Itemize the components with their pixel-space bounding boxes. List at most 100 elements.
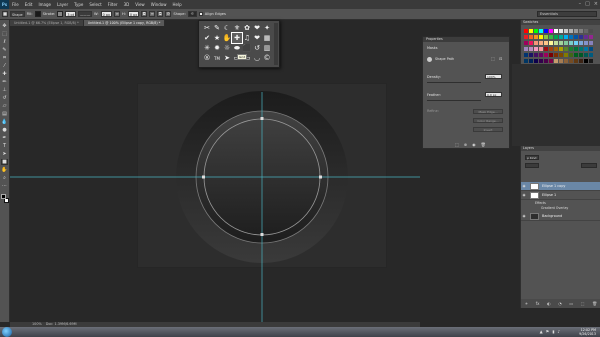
menu-edit[interactable]: Edit xyxy=(22,2,36,7)
mask-edge-button[interactable]: Mask Edge... xyxy=(473,109,503,114)
layer-filter-kind[interactable]: ρ Kind xyxy=(525,155,539,160)
color-swatch[interactable] xyxy=(539,59,543,63)
add-vector-mask-icon[interactable]: ⊡ xyxy=(499,56,502,61)
color-swatch[interactable] xyxy=(549,29,553,33)
pen-icon[interactable]: ✒ xyxy=(1,135,8,141)
color-swatch[interactable] xyxy=(564,53,568,57)
color-swatch[interactable] xyxy=(589,53,593,57)
color-swatch[interactable] xyxy=(524,59,528,63)
color-swatch[interactable] xyxy=(554,47,558,51)
color-swatch[interactable] xyxy=(559,59,563,63)
menu-filter[interactable]: Filter xyxy=(105,2,121,7)
menu-select[interactable]: Select xyxy=(86,2,104,7)
menu-help[interactable]: Help xyxy=(169,2,184,7)
align-edges-checkbox[interactable] xyxy=(198,12,203,16)
color-swatch[interactable] xyxy=(579,53,583,57)
custom-shape-18[interactable]: ⬛ xyxy=(242,43,252,53)
color-swatch[interactable] xyxy=(524,41,528,45)
custom-shape-21[interactable]: ® xyxy=(202,53,212,63)
color-swatch[interactable] xyxy=(574,47,578,51)
color-swatch[interactable] xyxy=(564,35,568,39)
apply-mask-icon[interactable]: ⊕ xyxy=(464,142,467,147)
blend-mode-select[interactable] xyxy=(525,163,539,168)
add-mask-icon[interactable]: ◐ xyxy=(547,301,551,306)
color-swatch[interactable] xyxy=(549,59,553,63)
color-swatch[interactable] xyxy=(559,41,563,45)
color-swatch[interactable] xyxy=(529,41,533,45)
custom-shape-16[interactable]: ☼ xyxy=(222,43,232,53)
color-swatch[interactable] xyxy=(584,29,588,33)
history-brush-icon[interactable]: ↺ xyxy=(1,95,8,101)
color-swatch[interactable] xyxy=(564,59,568,63)
custom-shape-26[interactable]: ◡ xyxy=(252,53,262,63)
color-swatch[interactable] xyxy=(524,35,528,39)
custom-shape-13[interactable]: ▦ xyxy=(262,33,272,43)
action-center-icon[interactable]: ⚑ xyxy=(546,329,550,334)
menu-3d[interactable]: 3D xyxy=(121,2,133,7)
stroke-swatch[interactable] xyxy=(57,11,64,17)
color-swatch[interactable] xyxy=(574,29,578,33)
custom-shape-0[interactable]: ✂ xyxy=(202,23,212,33)
menu-type[interactable]: Type xyxy=(71,2,86,7)
eraser-icon[interactable]: ▱ xyxy=(1,103,8,109)
color-swatch[interactable] xyxy=(579,59,583,63)
layer-row-ellipse-1-copy[interactable]: ◉ Ellipse 1 copy xyxy=(521,182,600,191)
color-swatch[interactable] xyxy=(529,47,533,51)
layer-row-ellipse-1[interactable]: ◉ Ellipse 1 xyxy=(521,191,600,200)
custom-shape-14[interactable]: ✳ xyxy=(202,43,212,53)
color-swatch[interactable] xyxy=(534,35,538,39)
custom-shape-3[interactable]: ⚜ xyxy=(232,23,242,33)
custom-shape-19[interactable]: ↺ xyxy=(252,43,262,53)
color-picker-swatches[interactable] xyxy=(0,194,9,203)
stroke-type-select[interactable]: ——— xyxy=(78,11,93,17)
layer-name[interactable]: Ellipse 1 xyxy=(542,193,556,197)
marquee-icon[interactable]: ⬚ xyxy=(1,31,8,37)
color-swatch[interactable] xyxy=(524,53,528,57)
color-swatch[interactable] xyxy=(544,53,548,57)
custom-shape-27[interactable]: © xyxy=(262,53,272,63)
menu-layer[interactable]: Layer xyxy=(54,2,71,7)
color-swatch[interactable] xyxy=(549,47,553,51)
feather-field[interactable]: 0.0 px xyxy=(485,92,502,97)
color-swatch[interactable] xyxy=(534,47,538,51)
color-swatch[interactable] xyxy=(564,29,568,33)
hand-icon[interactable]: ✋ xyxy=(1,167,8,173)
color-swatch[interactable] xyxy=(584,59,588,63)
color-swatch[interactable] xyxy=(554,29,558,33)
custom-shape-10[interactable]: ✚ xyxy=(231,32,243,44)
color-swatch[interactable] xyxy=(559,53,563,57)
color-swatch[interactable] xyxy=(574,53,578,57)
visibility-eye-icon[interactable]: ◉ xyxy=(521,214,527,218)
custom-shape-7[interactable]: ✔ xyxy=(202,33,212,43)
color-swatch[interactable] xyxy=(584,35,588,39)
color-swatch[interactable] xyxy=(529,35,533,39)
feather-slider[interactable] xyxy=(427,100,481,101)
color-swatch[interactable] xyxy=(544,47,548,51)
eyedropper-icon[interactable]: ⁄ xyxy=(1,63,8,69)
add-pixel-mask-icon[interactable]: ⬚ xyxy=(491,56,495,61)
maximize-button[interactable]: □ xyxy=(585,1,590,7)
color-swatch[interactable] xyxy=(574,41,578,45)
color-swatch[interactable] xyxy=(574,35,578,39)
quick-select-icon[interactable]: ✎ xyxy=(1,47,8,53)
custom-shape-12[interactable]: ❤ xyxy=(252,33,262,43)
color-swatch[interactable] xyxy=(579,29,583,33)
link-layers-icon[interactable]: ⚭ xyxy=(525,301,528,306)
color-swatch[interactable] xyxy=(539,47,543,51)
adjustment-layer-icon[interactable]: ◔ xyxy=(558,301,562,306)
color-swatch[interactable] xyxy=(534,29,538,33)
color-swatch[interactable] xyxy=(549,35,553,39)
color-swatch[interactable] xyxy=(569,53,573,57)
custom-shape-23[interactable]: ➤ xyxy=(222,53,232,63)
menu-file[interactable]: File xyxy=(9,2,22,7)
menu-view[interactable]: View xyxy=(132,2,148,7)
settings-gear-icon[interactable]: ⚙ xyxy=(165,11,172,17)
color-swatch[interactable] xyxy=(529,59,533,63)
load-selection-icon[interactable]: ⬚ xyxy=(455,142,459,147)
custom-shape-20[interactable]: ▥ xyxy=(262,43,272,53)
width-field[interactable]: 0 px xyxy=(100,11,112,17)
color-swatch[interactable] xyxy=(559,29,563,33)
color-swatch[interactable] xyxy=(559,47,563,51)
custom-shape-2[interactable]: ☾ xyxy=(222,23,232,33)
clone-stamp-icon[interactable]: ⊥ xyxy=(1,87,8,93)
